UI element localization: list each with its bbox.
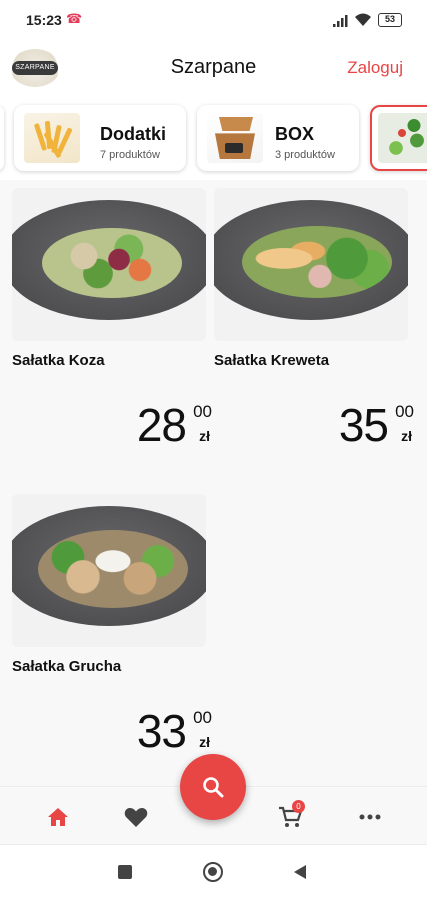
product-name: Sałatka Grucha xyxy=(12,658,122,675)
category-count: 7 produktów xyxy=(100,149,160,161)
more-icon xyxy=(359,814,381,820)
box-thumbnail xyxy=(207,113,263,163)
recents-button[interactable] xyxy=(118,865,132,879)
cart-count-badge: 0 xyxy=(292,800,305,813)
signal-icon xyxy=(333,14,349,32)
status-bar: 15:23 ☎ 53 xyxy=(0,0,427,40)
product-card[interactable]: Sałatka Kreweta 35 00 zł xyxy=(214,188,414,451)
category-name: Dodatki xyxy=(100,124,167,144)
category-count: 3 produktów xyxy=(275,149,335,161)
product-name: Sałatka Kreweta xyxy=(214,352,330,369)
wifi-icon xyxy=(354,13,372,32)
product-card[interactable]: Sałatka Koza 28 00 zł xyxy=(12,188,212,451)
category-card-salads-selected[interactable] xyxy=(370,105,427,171)
price-integer: 35 xyxy=(338,399,389,451)
product-price: 28 00 zł xyxy=(137,398,212,458)
nav-favorites[interactable] xyxy=(122,803,150,831)
nav-home[interactable] xyxy=(44,803,72,831)
status-time: 15:23 xyxy=(26,12,62,28)
app-header: SZARPANE Szarpane Zaloguj xyxy=(0,40,427,100)
category-card-dodatki[interactable]: Dodatki 7 produktów xyxy=(14,105,186,171)
salad-thumbnail xyxy=(378,113,427,163)
heart-icon xyxy=(124,807,148,827)
price-currency: zł xyxy=(199,428,210,444)
battery-icon: 53 xyxy=(378,13,402,27)
product-grid: Sałatka Koza 28 00 zł Sałatka Kreweta 35… xyxy=(0,180,427,786)
product-photo xyxy=(12,188,206,341)
login-link[interactable]: Zaloguj xyxy=(347,58,403,78)
price-cents: 00 xyxy=(193,402,212,421)
price-cents: 00 xyxy=(395,402,414,421)
product-photo xyxy=(12,494,206,647)
price-integer: 33 xyxy=(136,705,187,757)
home-icon xyxy=(48,808,68,826)
nav-cart[interactable]: 0 xyxy=(276,800,305,831)
category-name: BOX xyxy=(275,124,315,144)
product-card[interactable]: Sałatka Grucha 33 00 zł xyxy=(12,494,212,757)
product-photo xyxy=(214,188,408,341)
system-nav-bar xyxy=(0,844,427,900)
fries-thumbnail xyxy=(24,113,80,163)
product-name: Sałatka Koza xyxy=(12,352,105,369)
search-icon xyxy=(203,777,224,798)
notification-icon: ☎ xyxy=(66,11,83,26)
product-price: 35 00 zł xyxy=(339,398,414,458)
category-card-previous[interactable] xyxy=(0,105,4,171)
back-button[interactable] xyxy=(294,865,306,879)
app-screen: 15:23 ☎ 53 SZARPANE Szarpane Zaloguj Dod… xyxy=(0,0,427,900)
price-currency: zł xyxy=(199,734,210,750)
nav-more[interactable] xyxy=(356,803,384,831)
search-fab-button[interactable] xyxy=(180,754,246,820)
category-carousel[interactable]: Dodatki 7 produktów BOX 3 produktów xyxy=(0,100,427,180)
price-integer: 28 xyxy=(136,399,187,451)
category-card-box[interactable]: BOX 3 produktów xyxy=(197,105,359,171)
price-cents: 00 xyxy=(193,708,212,727)
price-currency: zł xyxy=(401,428,412,444)
home-system-button[interactable] xyxy=(203,862,223,882)
